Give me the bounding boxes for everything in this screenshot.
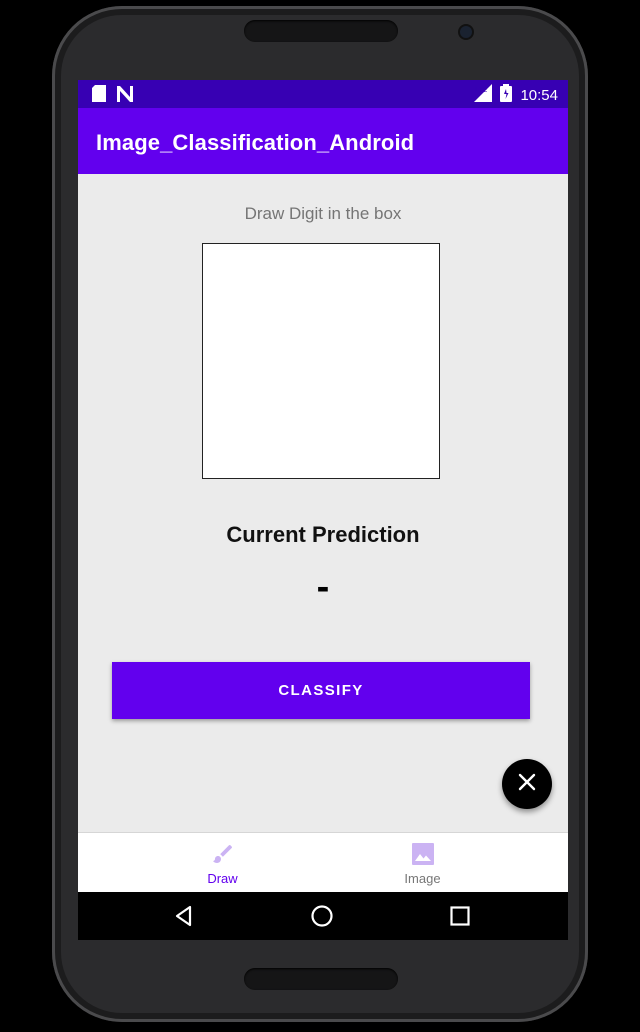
close-icon xyxy=(518,773,536,796)
brush-icon xyxy=(211,842,235,866)
bottom-navigation: Draw Image xyxy=(78,832,568,893)
drawing-canvas[interactable] xyxy=(202,243,440,479)
app-screen: LTE 10:54 Image_Classification_Android D… xyxy=(78,80,568,940)
front-camera xyxy=(460,26,472,38)
bottom-speaker xyxy=(244,968,398,990)
classify-button[interactable]: CLASSIFY xyxy=(112,662,530,719)
top-speaker xyxy=(244,20,398,42)
status-time: 10:54 xyxy=(520,86,558,104)
back-icon[interactable] xyxy=(172,904,196,928)
sd-card-icon xyxy=(92,85,106,107)
prediction-title: Current Prediction xyxy=(226,522,420,547)
battery-icon xyxy=(500,84,513,106)
system-navigation-bar xyxy=(78,892,568,940)
clear-fab-button[interactable] xyxy=(502,759,552,809)
nav-label-image: Image xyxy=(404,871,441,886)
home-icon[interactable] xyxy=(310,904,334,928)
app-bar: Image_Classification_Android xyxy=(78,108,568,174)
draw-instruction: Draw Digit in the box xyxy=(244,204,402,223)
recents-icon[interactable] xyxy=(448,904,472,928)
nav-item-image[interactable]: Image xyxy=(300,833,545,893)
svg-text:LTE: LTE xyxy=(475,87,488,94)
image-icon xyxy=(411,842,435,866)
app-title: Image_Classification_Android xyxy=(96,130,415,155)
prediction-value: - xyxy=(316,566,330,608)
status-bar: LTE 10:54 xyxy=(78,80,568,108)
n-notification-icon xyxy=(116,85,134,107)
signal-icon: LTE xyxy=(474,84,493,106)
